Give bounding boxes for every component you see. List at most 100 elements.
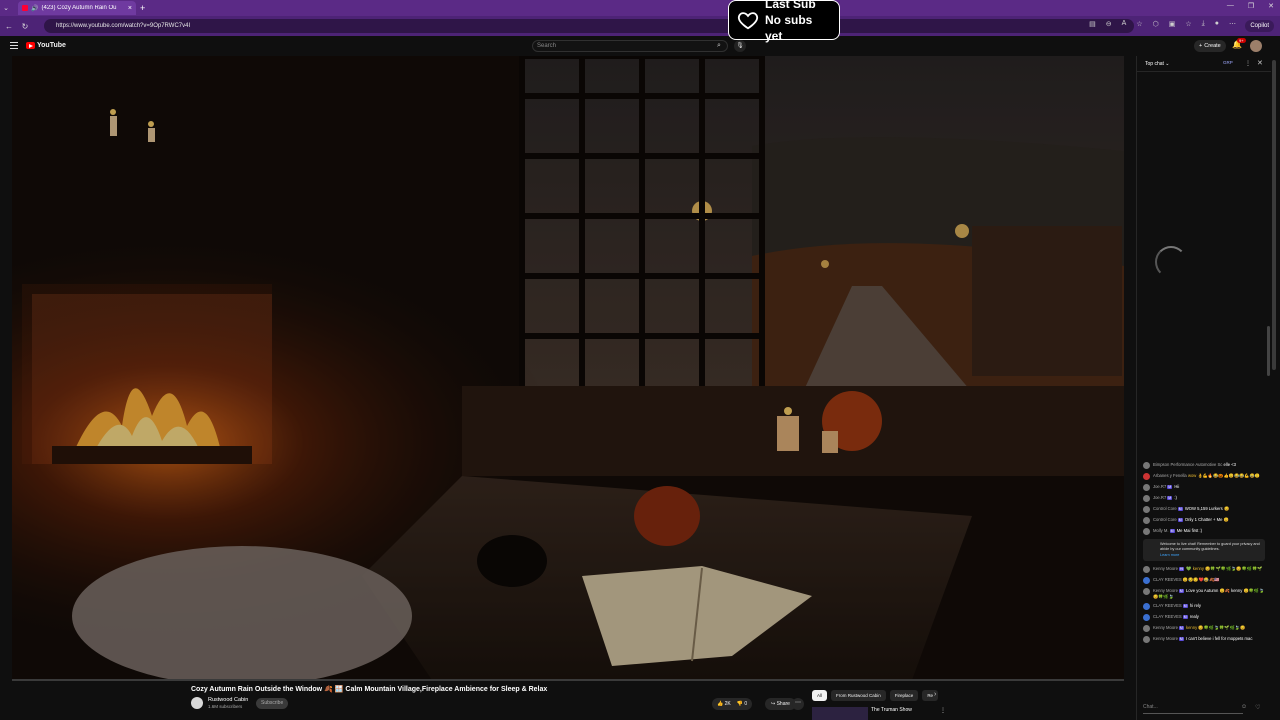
restore-icon[interactable]: ❐: [1248, 2, 1254, 10]
recommendation-chips: All From Rustwood Cabin Fireplace Re: [812, 690, 939, 701]
chevron-right-icon[interactable]: ›: [934, 691, 936, 698]
live-chat-panel: Top chat ⌄ GRP ⋮ ✕ Bimpson Performance A…: [1136, 56, 1271, 720]
member-badge: M: [1178, 637, 1184, 641]
tab-title: (423) Cozy Autumn Rain Ou: [41, 5, 117, 11]
share-label: Share: [776, 701, 790, 707]
heart-reaction-icon[interactable]: ♡: [1255, 704, 1260, 711]
chat-messages: Bimpson Performance Automotive Sc elle <…: [1143, 462, 1265, 647]
chat-more-icon[interactable]: ⋮: [1245, 60, 1251, 67]
split-screen-icon[interactable]: ▣: [1169, 20, 1176, 28]
screen: ⌄ 🔊 (423) Cozy Autumn Rain Ou × + — ❐ ✕ …: [0, 0, 1280, 720]
chat-scrollbar[interactable]: [1267, 326, 1270, 376]
notice-text: Welcome to live chat! Remember to guard …: [1160, 542, 1260, 551]
chat-message: Joe.R7 M :): [1143, 495, 1265, 502]
chat-message: Bimpson Performance Automotive Sc elle <…: [1143, 462, 1265, 469]
chat-input[interactable]: Chat...: [1143, 704, 1243, 714]
browser-tab[interactable]: 🔊 (423) Cozy Autumn Rain Ou ×: [18, 1, 136, 15]
close-window-icon[interactable]: ✕: [1268, 2, 1274, 10]
member-badge: M: [1177, 518, 1183, 522]
more-actions-icon[interactable]: ⋯: [792, 698, 804, 710]
chat-message: Joe.R7 M Hii: [1143, 484, 1265, 491]
avatar: [1143, 473, 1150, 480]
video-frame: [12, 56, 1124, 680]
close-chat-icon[interactable]: ✕: [1257, 59, 1263, 67]
member-badge: M: [1178, 626, 1184, 630]
recommended-video-thumbnail[interactable]: [812, 707, 868, 720]
profile-icon[interactable]: ●: [1215, 20, 1219, 28]
channel-avatar[interactable]: [191, 697, 203, 709]
chat-welcome-notice: Welcome to live chat! Remember to guard …: [1143, 539, 1265, 561]
chip-all[interactable]: All: [812, 690, 828, 701]
thumbs-down-icon: 👎: [736, 701, 743, 707]
chat-message: Kenny Moore M Love you Autumn 😊🍂 kenny 😊🍀…: [1143, 588, 1265, 599]
collections-icon[interactable]: ☆: [1185, 20, 1191, 28]
emoji-icon[interactable]: ☺: [1241, 704, 1247, 711]
avatar: [1143, 484, 1150, 491]
member-badge: M: [1177, 507, 1183, 511]
chat-message: Kenny Moore Hi 💚 kenny 😊🍀🌱🍀🌿🍃😊🍀🌿🍀🌱: [1143, 566, 1265, 573]
dislike-button[interactable]: 👎 0: [737, 701, 747, 707]
back-icon[interactable]: ←: [4, 22, 14, 31]
chat-input-icons: ☺ ♡: [1241, 704, 1261, 711]
video-player[interactable]: [12, 56, 1124, 680]
tab-menu-icon[interactable]: ⌄: [0, 2, 12, 14]
minimize-icon[interactable]: —: [1227, 2, 1234, 10]
avatar: [1143, 566, 1150, 573]
chip-from-channel[interactable]: From Rustwood Cabin: [831, 690, 886, 701]
avatar: [1143, 462, 1150, 469]
favorite-icon[interactable]: ☆: [1136, 20, 1142, 28]
browser-tab-bar: ⌄ 🔊 (423) Cozy Autumn Rain Ou × + — ❐ ✕: [0, 0, 1280, 16]
reader-icon[interactable]: ▤: [1089, 20, 1096, 28]
last-sub-label: Last Sub: [765, 0, 816, 11]
settings-more-icon[interactable]: ⋯: [1229, 20, 1236, 28]
last-sub-value: No subs yet: [765, 13, 813, 43]
window-controls: — ❐ ✕: [1227, 2, 1274, 10]
youtube-logo-text: YouTube: [37, 42, 66, 49]
video-progress-bar[interactable]: [12, 679, 1124, 681]
search-input[interactable]: Search: [532, 40, 728, 52]
hamburger-menu-icon[interactable]: [10, 42, 18, 49]
recommended-video-title[interactable]: The Truman Show: [871, 707, 912, 713]
create-label: Create: [1204, 43, 1221, 49]
extensions-icon[interactable]: ⬡: [1153, 20, 1159, 28]
account-avatar[interactable]: [1250, 40, 1262, 52]
member-badge: M: [1182, 604, 1188, 608]
speaker-icon[interactable]: 🔊: [31, 5, 38, 12]
close-tab-icon[interactable]: ×: [128, 5, 132, 12]
heart-icon: [737, 12, 759, 30]
share-icon: ↪: [771, 701, 776, 707]
search-icon[interactable]: ⌕: [710, 40, 728, 52]
copilot-button[interactable]: Copilot: [1245, 20, 1274, 32]
channel-subscriber-count: 1.6M subscribers: [208, 704, 243, 709]
video-title: Cozy Autumn Rain Outside the Window 🍂 🪟 …: [191, 686, 548, 693]
youtube-logo[interactable]: YouTube: [26, 42, 66, 49]
chat-group-badge[interactable]: GRP: [1223, 60, 1233, 65]
chat-message: CLAY REEVES M realy: [1143, 614, 1265, 621]
subscribe-button[interactable]: Subscribe: [256, 698, 289, 709]
translate-icon[interactable]: A: [1122, 20, 1127, 28]
new-tab-button[interactable]: +: [140, 3, 145, 13]
member-badge: M: [1169, 529, 1175, 533]
member-badge: M: [1182, 615, 1188, 619]
chat-message: Arbanes y Fenella wow 👌💪🔥😂🎃👍😊😂😂💪😂🙂: [1143, 473, 1265, 480]
like-button[interactable]: 👍 2K: [717, 701, 731, 707]
chat-mode-dropdown[interactable]: Top chat ⌄: [1145, 61, 1170, 67]
like-dislike-group: 👍 2K 👎 0: [712, 698, 753, 710]
recommended-video-menu-icon[interactable]: ⋮: [940, 707, 946, 714]
page-scrollbar[interactable]: [1272, 60, 1276, 370]
avatar: [1143, 614, 1150, 621]
youtube-header: YouTube Search ⌕ 🎙 + Create 🔔 9+: [0, 36, 1280, 56]
url-field[interactable]: https://www.youtube.com/watch?v=9Op7RWC7…: [44, 19, 1134, 33]
zoom-icon[interactable]: ⊖: [1106, 20, 1112, 28]
avatar: [1143, 588, 1150, 595]
member-badge: M: [1167, 485, 1173, 489]
learn-more-link[interactable]: Learn more: [1147, 553, 1261, 558]
downloads-icon[interactable]: ⤓: [1202, 20, 1205, 28]
avatar: [1143, 495, 1150, 502]
microphone-icon[interactable]: 🎙: [734, 40, 746, 52]
create-button[interactable]: + Create: [1194, 40, 1226, 52]
chat-message: Control Core M Only 1 Chatter + Me 😊: [1143, 517, 1265, 524]
refresh-icon[interactable]: ↻: [20, 22, 30, 31]
channel-name[interactable]: Rustwood Cabin: [208, 697, 248, 703]
chip-fireplace[interactable]: Fireplace: [889, 690, 919, 701]
